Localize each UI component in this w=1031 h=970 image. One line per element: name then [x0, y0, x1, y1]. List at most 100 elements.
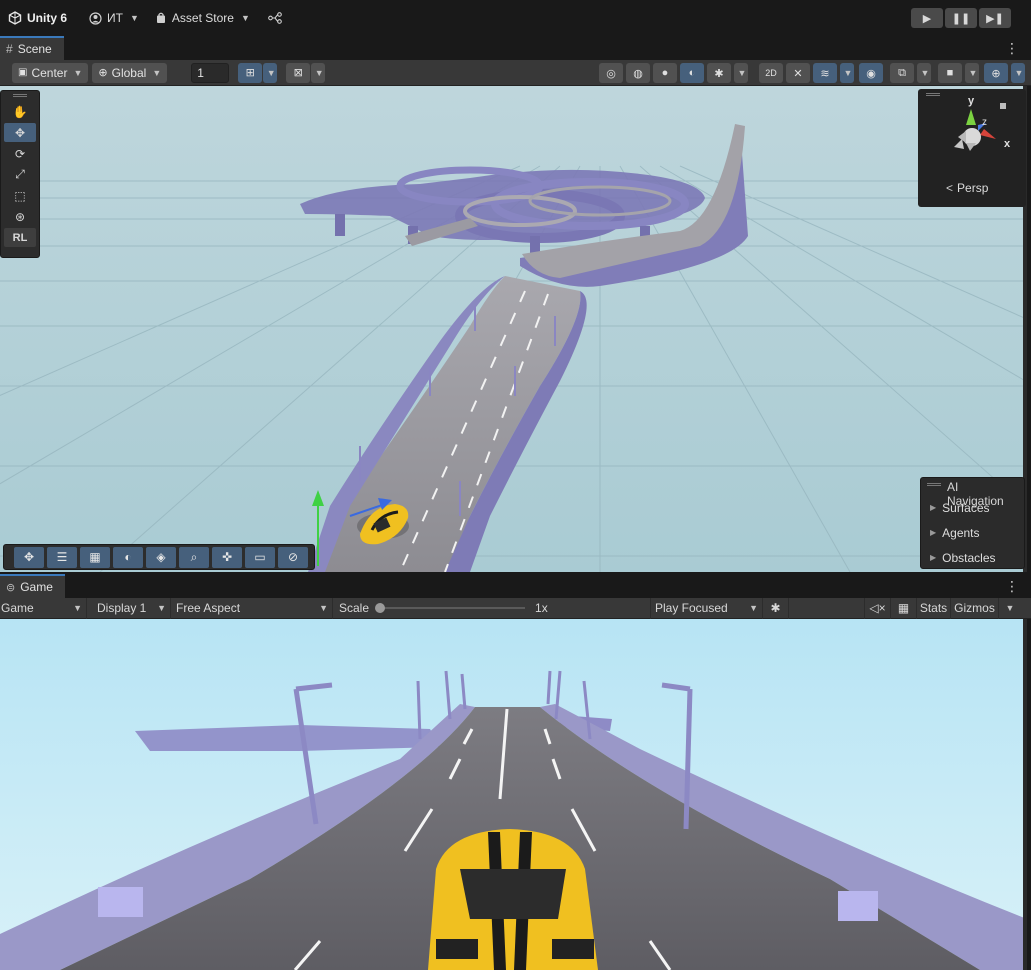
increment-snap-icon: ⊠: [293, 67, 303, 79]
layers-stack-toggle[interactable]: ◈: [146, 546, 176, 568]
chevron-down-icon: ▼: [314, 67, 324, 78]
scene-visibility-toggle[interactable]: ◉: [859, 63, 883, 83]
wireframe-shading-button[interactable]: ◎: [599, 63, 623, 83]
unlit-sphere-icon: ◐: [688, 67, 696, 79]
camera-tool-toggle[interactable]: ▭: [245, 546, 275, 568]
chevron-down-icon: ▼: [73, 67, 83, 78]
gizmos-game-dropdown[interactable]: ▼: [999, 598, 1019, 619]
wireframe-sphere-icon: ◎: [606, 67, 616, 80]
scale-tool-button[interactable]: ⤢: [4, 165, 36, 184]
overlay-grip-handle[interactable]: [926, 93, 940, 96]
sliders-tool-toggle[interactable]: ☰: [47, 546, 77, 568]
increment-snap-toggle[interactable]: ⊠: [286, 62, 311, 83]
game-viewport[interactable]: [0, 619, 1027, 970]
account-dropdown[interactable]: ИТ ▼: [83, 7, 145, 29]
2d-toggle[interactable]: 2D: [759, 63, 783, 83]
nav-item-obstacles[interactable]: ▶ Obstacles: [921, 545, 1024, 570]
view-select-dropdown[interactable]: Game ▼: [0, 597, 87, 619]
bug-icon: ✱: [770, 601, 781, 615]
pivot-space-dropdown[interactable]: ⊕ Global ▼: [92, 62, 168, 83]
gizmos-dropdown[interactable]: ▼: [1011, 63, 1025, 83]
stats-toggle[interactable]: Stats: [917, 597, 951, 619]
version-control-button[interactable]: [262, 7, 288, 29]
display-select-dropdown[interactable]: Display 1 ▼: [87, 597, 171, 619]
overlay-grip-handle[interactable]: [927, 483, 941, 486]
pivot-tool-toggle[interactable]: ✜: [212, 546, 242, 568]
shaded-wireframe-button[interactable]: ◍: [626, 63, 650, 83]
vsync-toggle[interactable]: ▦: [891, 597, 917, 619]
pivot-mode-dropdown[interactable]: ▣ Center ▼: [12, 62, 89, 83]
effects-toggle[interactable]: ≋: [813, 63, 837, 83]
custom-tool-rl-label: RL: [12, 231, 28, 244]
tab-scene[interactable]: # Scene: [0, 36, 64, 60]
aspect-select-dropdown[interactable]: Free Aspect ▼: [171, 597, 333, 619]
axis-gizmo-icon: [954, 103, 1006, 151]
effects-dropdown[interactable]: ▼: [840, 63, 854, 83]
orientation-gizmo[interactable]: y z x < Persp: [918, 89, 1026, 207]
debug-draw-mode-button[interactable]: ✱: [707, 63, 731, 83]
unlit-button[interactable]: ◐: [680, 63, 704, 83]
bug-icon: ✱: [714, 67, 724, 80]
mute-audio-toggle[interactable]: ◁×: [865, 597, 891, 619]
view-select-label: Game: [1, 601, 34, 615]
grid-snap-toggle[interactable]: ⊞: [238, 62, 263, 83]
camera-icon: ■: [946, 67, 954, 79]
pivot-mode-label: Center: [31, 65, 68, 80]
chevron-down-icon: ▼: [240, 13, 250, 23]
shaded-sphere-icon: ●: [661, 67, 669, 79]
custom-tool-rl-button[interactable]: RL: [4, 228, 36, 247]
nav-item-agents[interactable]: ▶ Agents: [921, 520, 1024, 545]
gizmos-toggle-game[interactable]: Gizmos: [951, 597, 999, 619]
pause-button[interactable]: ❚❚: [945, 8, 977, 28]
rect-tool-button[interactable]: ⬚: [4, 186, 36, 205]
camera-settings-dropdown[interactable]: ▼: [965, 63, 979, 83]
layers-button[interactable]: ⧉: [890, 63, 914, 83]
unity-logo-button[interactable]: Unity 6: [2, 7, 73, 29]
grid-toggle-icon: ▦: [897, 601, 910, 615]
gizmos-toggle[interactable]: ⊕: [984, 63, 1008, 83]
layers-dropdown[interactable]: ▼: [917, 63, 931, 83]
scene-menu-kebab-icon[interactable]: ⋮: [1005, 40, 1019, 57]
asset-store-dropdown[interactable]: Asset Store ▼: [149, 7, 256, 29]
grid-pattern-toggle[interactable]: ▦: [80, 546, 110, 568]
move-tool-toggle[interactable]: ✥: [14, 546, 44, 568]
pivot-space-label: Global: [111, 65, 147, 80]
play-button[interactable]: ▶: [911, 8, 943, 28]
chevron-down-icon: ▼: [129, 13, 139, 23]
hand-tool-button[interactable]: ✋: [4, 102, 36, 121]
frame-debugger-button[interactable]: ✱: [763, 597, 789, 619]
speaker-mute-icon: ◁×: [869, 601, 886, 615]
lighting-toggle[interactable]: ✕: [786, 63, 810, 83]
grid-snap-dropdown[interactable]: ▼: [263, 62, 278, 83]
game-scrollbar[interactable]: [1023, 619, 1027, 970]
game-menu-kebab-icon[interactable]: ⋮: [1005, 578, 1019, 595]
scene-viewport[interactable]: [0, 86, 1027, 572]
tab-game[interactable]: ⊜ Game: [0, 574, 65, 598]
transform-tool-button[interactable]: ⊛: [4, 207, 36, 226]
lighting-mode-toggle[interactable]: ◐: [113, 546, 143, 568]
shaded-button[interactable]: ●: [653, 63, 677, 83]
chevron-down-icon: ▼: [968, 68, 978, 78]
snap-increment-field[interactable]: 1: [191, 62, 230, 83]
scale-slider[interactable]: [375, 602, 526, 614]
scene-toolbar: ▣ Center ▼ ⊕ Global ▼ 1 ⊞ ▼ ⊠ ▼ ◎ ◍ ● ◐ …: [0, 60, 1031, 86]
camera-settings-button[interactable]: ■: [938, 63, 962, 83]
move-tool-button[interactable]: ✥: [4, 123, 36, 142]
search-icon: ⌕: [190, 549, 198, 564]
game-toolbar: Game ▼ Display 1 ▼ Free Aspect ▼ Scale 1…: [0, 597, 1031, 619]
sliders-icon: ☰: [56, 550, 68, 564]
overlay-grip-handle[interactable]: [4, 94, 36, 100]
compass-tool-toggle[interactable]: ⊘: [278, 546, 308, 568]
step-button[interactable]: ▶❚: [979, 8, 1011, 28]
projection-toggle[interactable]: < Persp: [946, 181, 988, 195]
gizmos-label: Gizmos: [954, 601, 995, 615]
nav-item-label: Agents: [942, 525, 980, 540]
debug-draw-dropdown[interactable]: ▼: [734, 63, 748, 83]
play-mode-dropdown[interactable]: Play Focused ▼: [651, 597, 763, 619]
increment-snap-dropdown[interactable]: ▼: [311, 62, 326, 83]
pause-icon: ❚❚: [951, 12, 971, 25]
search-tool-toggle[interactable]: ⌕: [179, 546, 209, 568]
rotate-tool-button[interactable]: ⟳: [4, 144, 36, 163]
shaded-wire-sphere-icon: ◍: [633, 67, 643, 80]
scale-slider-thumb[interactable]: [375, 603, 386, 613]
